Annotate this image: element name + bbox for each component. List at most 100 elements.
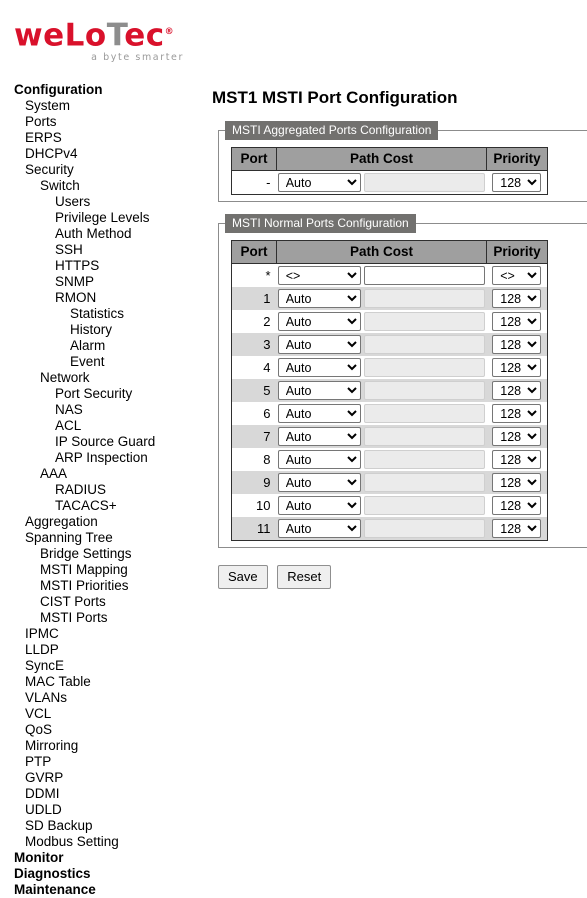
path-cost-select[interactable]: Auto (277, 427, 361, 446)
sidebar-item-modbus-setting[interactable]: Modbus Setting (0, 834, 200, 850)
sidebar-item-lldp[interactable]: LLDP (0, 642, 200, 658)
sidebar-item-ip-source-guard[interactable]: IP Source Guard (0, 434, 200, 450)
sidebar-item-aaa[interactable]: AAA (0, 466, 200, 482)
path-cost-select[interactable]: <> (277, 266, 361, 285)
sidebar-item-event[interactable]: Event (0, 354, 200, 370)
sidebar-item-aggregation[interactable]: Aggregation (0, 514, 200, 530)
path-cost-select[interactable]: Auto (277, 312, 361, 331)
sidebar-item-tacacs[interactable]: TACACS+ (0, 498, 200, 514)
sidebar-item-nas[interactable]: NAS (0, 402, 200, 418)
sidebar-item-bridge-settings[interactable]: Bridge Settings (0, 546, 200, 562)
priority-cell: 128 (486, 333, 548, 356)
sidebar-item-ptp[interactable]: PTP (0, 754, 200, 770)
sidebar-item-alarm[interactable]: Alarm (0, 338, 200, 354)
reset-button[interactable]: Reset (277, 565, 332, 589)
sidebar-item-ddmi[interactable]: DDMI (0, 786, 200, 802)
priority-select[interactable]: 128 (492, 381, 542, 400)
path-cost-select[interactable]: Auto (277, 289, 361, 308)
priority-select[interactable]: <> (492, 266, 542, 285)
path-cost-select[interactable]: Auto (277, 173, 361, 192)
sidebar-item-radius[interactable]: RADIUS (0, 482, 200, 498)
sidebar-item-ports[interactable]: Ports (0, 114, 200, 130)
path-cost-select[interactable]: Auto (277, 496, 361, 515)
sidebar-item-udld[interactable]: UDLD (0, 802, 200, 818)
sidebar-item-statistics[interactable]: Statistics (0, 306, 200, 322)
path-cost-cell: Auto (276, 402, 487, 425)
aggregated-ports-panel: MSTI Aggregated Ports Configuration Port… (218, 121, 587, 202)
form-actions: Save Reset (218, 565, 587, 589)
path-cost-select[interactable]: Auto (277, 450, 361, 469)
sidebar-item-configuration: Configuration (14, 82, 103, 97)
sidebar-item-system[interactable]: System (0, 98, 200, 114)
sidebar-item-ipmc[interactable]: IPMC (0, 626, 200, 642)
priority-select[interactable]: 128 (492, 519, 542, 538)
sidebar-item-security[interactable]: Security (0, 162, 200, 178)
priority-cell: 128 (486, 494, 548, 517)
column-header-path-cost: Path Cost (276, 240, 487, 264)
path-cost-select[interactable]: Auto (277, 473, 361, 492)
sidebar-item-gvrp[interactable]: GVRP (0, 770, 200, 786)
sidebar-item-users[interactable]: Users (0, 194, 200, 210)
sidebar-navigation: Configuration System Ports ERPS DHCPv4 Securi… (0, 82, 200, 898)
priority-select[interactable]: 128 (492, 496, 542, 515)
sidebar-item-qos[interactable]: QoS (0, 722, 200, 738)
sidebar-item-auth-method[interactable]: Auth Method (0, 226, 200, 242)
sidebar-item-msti-mapping[interactable]: MSTI Mapping (0, 562, 200, 578)
sidebar-item-msti-ports[interactable]: MSTI Ports (0, 610, 200, 626)
save-button[interactable]: Save (218, 565, 268, 589)
path-cost-input (364, 404, 486, 423)
sidebar-item-synce[interactable]: SyncE (0, 658, 200, 674)
path-cost-input[interactable] (364, 266, 486, 285)
sidebar-item-vcl[interactable]: VCL (0, 706, 200, 722)
priority-select[interactable]: 128 (492, 312, 542, 331)
path-cost-cell: <> (276, 263, 487, 287)
priority-cell: 128 (486, 425, 548, 448)
sidebar-item-msti-priorities[interactable]: MSTI Priorities (0, 578, 200, 594)
priority-select[interactable]: 128 (492, 427, 542, 446)
priority-select[interactable]: 128 (492, 473, 542, 492)
sidebar-item-acl[interactable]: ACL (0, 418, 200, 434)
sidebar-item-arp-inspection[interactable]: ARP Inspection (0, 450, 200, 466)
sidebar-item-rmon[interactable]: RMON (0, 290, 200, 306)
path-cost-select[interactable]: Auto (277, 335, 361, 354)
priority-select[interactable]: 128 (492, 289, 542, 308)
table-row: 4 Auto 128 (231, 356, 548, 379)
aggregated-ports-table: Port Path Cost Priority - Auto 128 (231, 147, 548, 195)
priority-select[interactable]: 128 (492, 173, 542, 192)
table-row: - Auto 128 (231, 170, 548, 195)
path-cost-cell: Auto (276, 170, 487, 195)
sidebar-item-cist-ports[interactable]: CIST Ports (0, 594, 200, 610)
path-cost-select[interactable]: Auto (277, 404, 361, 423)
port-label: 3 (231, 333, 277, 356)
sidebar-item-mac-table[interactable]: MAC Table (0, 674, 200, 690)
priority-select[interactable]: 128 (492, 450, 542, 469)
sidebar-item-port-security[interactable]: Port Security (0, 386, 200, 402)
path-cost-select[interactable]: Auto (277, 358, 361, 377)
port-label: 11 (231, 517, 277, 541)
sidebar-item-dhcpv4[interactable]: DHCPv4 (0, 146, 200, 162)
path-cost-input (364, 173, 486, 192)
brand-wordmark-part3: ec (124, 17, 165, 54)
path-cost-select[interactable]: Auto (277, 381, 361, 400)
path-cost-select[interactable]: Auto (277, 519, 361, 538)
sidebar-item-vlans[interactable]: VLANs (0, 690, 200, 706)
sidebar-item-mirroring[interactable]: Mirroring (0, 738, 200, 754)
priority-cell: 128 (486, 310, 548, 333)
path-cost-cell: Auto (276, 471, 487, 494)
priority-cell: 128 (486, 448, 548, 471)
port-label: 6 (231, 402, 277, 425)
sidebar-item-sd-backup[interactable]: SD Backup (0, 818, 200, 834)
sidebar-item-snmp[interactable]: SNMP (0, 274, 200, 290)
priority-select[interactable]: 128 (492, 358, 542, 377)
sidebar-item-network[interactable]: Network (0, 370, 200, 386)
sidebar-item-ssh[interactable]: SSH (0, 242, 200, 258)
sidebar-item-https[interactable]: HTTPS (0, 258, 200, 274)
path-cost-cell: Auto (276, 356, 487, 379)
priority-select[interactable]: 128 (492, 335, 542, 354)
sidebar-item-spanning-tree[interactable]: Spanning Tree (0, 530, 200, 546)
sidebar-item-history[interactable]: History (0, 322, 200, 338)
priority-select[interactable]: 128 (492, 404, 542, 423)
sidebar-item-switch[interactable]: Switch (0, 178, 200, 194)
sidebar-item-privilege-levels[interactable]: Privilege Levels (0, 210, 200, 226)
sidebar-item-erps[interactable]: ERPS (0, 130, 200, 146)
